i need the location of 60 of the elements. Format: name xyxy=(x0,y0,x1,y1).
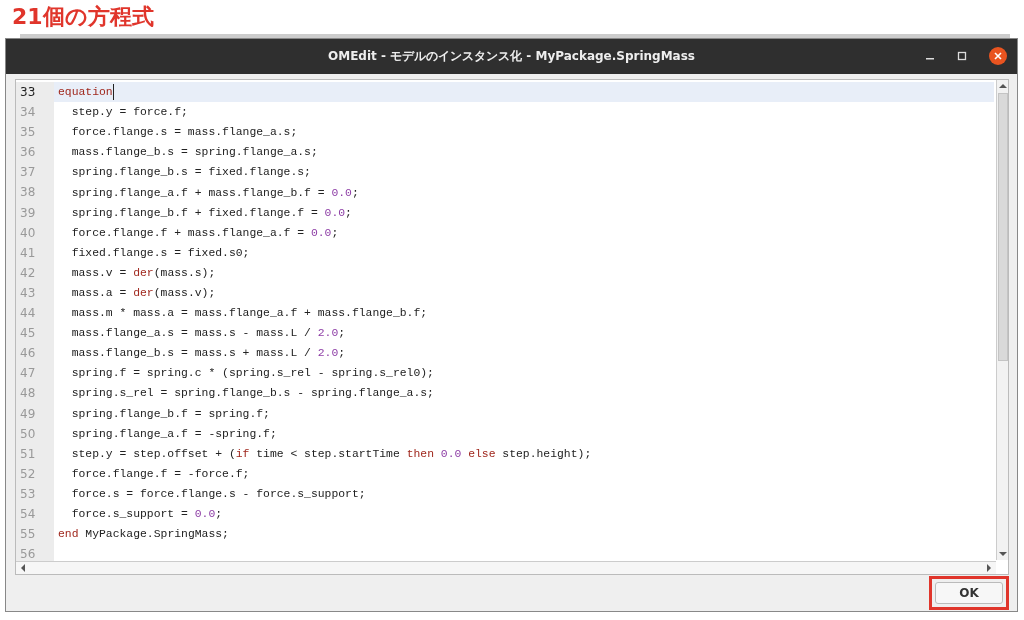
code-line: mass.flange_b.s = spring.flange_a.s; xyxy=(70,146,318,159)
code-line: force.flange.s = mass.flange_a.s; xyxy=(70,126,298,139)
line-number: 42 xyxy=(16,262,54,283)
text-cursor xyxy=(112,84,114,101)
code-line: spring.flange_b.f = spring.f; xyxy=(70,407,270,420)
line-number: 45 xyxy=(16,323,54,344)
line-number: 34 xyxy=(16,102,54,123)
line-number: 47 xyxy=(16,363,54,384)
code-line: mass.flange_a.s = mass.s - mass.L / 2.0; xyxy=(70,327,346,340)
code-line: spring.f = spring.c * (spring.s_rel - spring.s_rel0); xyxy=(70,367,434,380)
line-number: 36 xyxy=(16,142,54,163)
scroll-right-icon[interactable] xyxy=(986,564,992,572)
line-number: 54 xyxy=(16,503,54,525)
code-line: step.y = force.f; xyxy=(70,106,188,119)
code-line: spring.flange_a.f + mass.flange_b.f = 0.0; xyxy=(70,186,359,199)
line-number: 48 xyxy=(16,383,54,404)
code-line: force.flange.f + mass.flange_a.f = 0.0; xyxy=(70,226,339,239)
code-line: force.s = force.flange.s - force.s_support; xyxy=(70,487,366,500)
maximize-icon[interactable] xyxy=(957,51,967,61)
code-line: end MyPackage.SpringMass; xyxy=(58,528,229,541)
code-line: force.s_support = 0.0; xyxy=(70,508,223,520)
window-title: OMEdit - モデルのインスタンス化 - MyPackage.SpringMass xyxy=(328,48,695,65)
line-number: 52 xyxy=(16,463,54,484)
line-number: 51 xyxy=(16,443,54,464)
code-line: mass.flange_b.s = mass.s + mass.L / 2.0; xyxy=(70,347,346,360)
scroll-down-icon[interactable] xyxy=(998,551,1007,557)
code-line: force.flange.f = -force.f; xyxy=(70,467,250,480)
code-line: mass.v = der(mass.s); xyxy=(70,266,216,279)
line-number: 37 xyxy=(16,162,54,183)
caption-heading: 21個の方程式 xyxy=(12,3,154,31)
ok-button[interactable]: OK xyxy=(935,582,1003,604)
line-number: 50 xyxy=(16,423,54,444)
line-number: 55 xyxy=(16,524,54,545)
line-number: 38 xyxy=(16,182,54,203)
line-number: 53 xyxy=(16,483,54,504)
code-line: mass.m * mass.a = mass.flange_a.f + mass.flange_b.f; xyxy=(70,307,428,320)
code-line: equation xyxy=(58,86,113,99)
close-icon[interactable] xyxy=(989,47,1007,65)
code-line: fixed.flange.s = fixed.s0; xyxy=(70,246,250,259)
line-number: 44 xyxy=(16,303,54,324)
line-number: 46 xyxy=(16,343,54,364)
line-number: 41 xyxy=(16,242,54,263)
code-editor[interactable] xyxy=(15,79,1009,575)
code-line: mass.a = der(mass.v); xyxy=(70,287,216,299)
vertical-scrollbar[interactable] xyxy=(996,80,1008,560)
scroll-up-icon[interactable] xyxy=(998,83,1007,89)
scrollbar-thumb[interactable] xyxy=(997,93,1008,361)
scroll-left-icon[interactable] xyxy=(20,564,26,572)
code-line: step.y = step.offset + (if time < step.startTime then 0.0 else step.height); xyxy=(70,447,592,460)
code-line: spring.flange_b.f + fixed.flange.f = 0.0; xyxy=(70,206,352,219)
line-number: 35 xyxy=(16,122,54,143)
horizontal-scrollbar[interactable] xyxy=(16,561,996,574)
line-number: 40 xyxy=(16,222,54,243)
line-number: 43 xyxy=(16,282,54,304)
line-number: 33 xyxy=(16,82,54,103)
line-number: 39 xyxy=(16,202,54,223)
code-line: spring.flange_b.s = fixed.flange.s; xyxy=(70,166,311,179)
code-line: spring.s_rel = spring.flange_b.s - spring.flange_a.s; xyxy=(70,387,434,400)
code-line: spring.flange_a.f = -spring.f; xyxy=(70,427,277,440)
line-number: 49 xyxy=(16,403,54,424)
